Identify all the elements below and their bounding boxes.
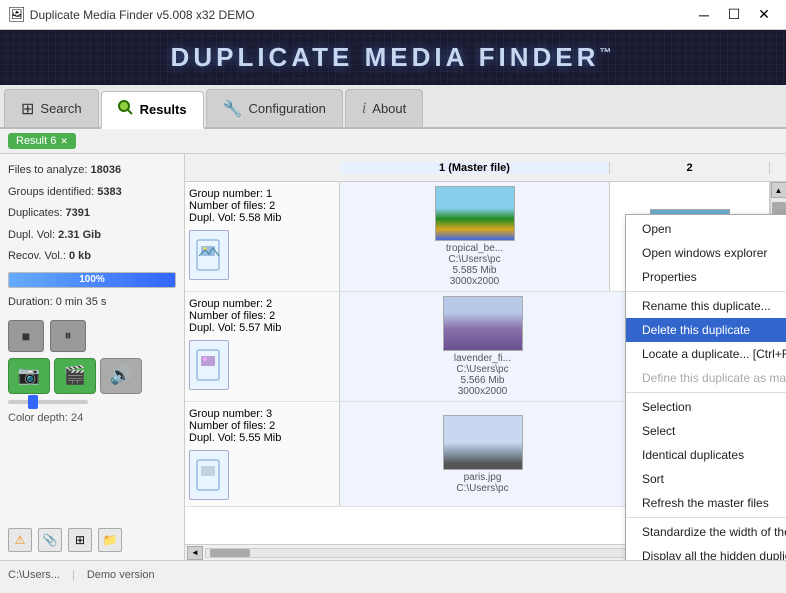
- th-master: 1 (Master file): [340, 162, 610, 174]
- lavender-image-1: [443, 296, 523, 351]
- result-tab-label: Result 6: [16, 135, 56, 147]
- app-icon: 🖼: [8, 6, 26, 23]
- tab-configuration-label: Configuration: [249, 101, 326, 116]
- cm-sep-1: [626, 291, 786, 292]
- tab-about-label: About: [372, 101, 406, 116]
- dots-icon: ⊞: [21, 99, 34, 119]
- magnifier-icon: [118, 100, 134, 119]
- stat-duplicates: Duplicates: 7391: [8, 205, 176, 223]
- tab-results[interactable]: Results: [101, 91, 204, 129]
- h-scroll-thumb[interactable]: [210, 549, 250, 557]
- stat-groups: Groups identified: 5383: [8, 184, 176, 202]
- master-cell-3: paris.jpgC:\Users\pc: [340, 402, 626, 506]
- beach-image-1: [435, 186, 515, 241]
- pause-button[interactable]: ⏸: [50, 320, 86, 352]
- cm-sep-3: [626, 517, 786, 518]
- status-version: Demo version: [87, 569, 155, 581]
- close-button[interactable]: ✕: [750, 3, 778, 27]
- scroll-left-btn[interactable]: ◄: [187, 546, 203, 560]
- file-icon-3: [189, 450, 229, 500]
- result-tab-6[interactable]: Result 6 ✕: [8, 133, 76, 149]
- cm-delete[interactable]: Delete this duplicate: [626, 318, 786, 342]
- group-info-1: Group number: 1 Number of files: 2 Dupl.…: [185, 182, 340, 291]
- result-tabs-bar: Result 6 ✕: [0, 129, 786, 154]
- tab-search-label: Search: [40, 101, 81, 116]
- cm-properties[interactable]: Properties: [626, 265, 786, 289]
- tab-bar: ⊞ Search Results 🔧 Configuration i About: [0, 85, 786, 129]
- tab-about[interactable]: i About: [345, 89, 423, 127]
- stat-files-to-analyze: Files to analyze: 18036: [8, 162, 176, 180]
- playback-controls: ■ ⏸: [8, 320, 176, 352]
- paris-image-1: [443, 415, 523, 470]
- tab-results-label: Results: [140, 102, 187, 117]
- duration-label: Duration: 0 min 35 s: [8, 294, 176, 312]
- status-bar: C:\Users... | Demo version: [0, 560, 786, 588]
- left-bottom-icons: ⚠ 📎 ⊞ 📁: [8, 524, 176, 552]
- slider-row: [8, 400, 176, 404]
- stop-button[interactable]: ■: [8, 320, 44, 352]
- warning-icon[interactable]: ⚠: [8, 528, 32, 552]
- cm-define-master: Define this duplicate as master file: [626, 366, 786, 390]
- cm-open-explorer[interactable]: Open windows explorer: [626, 241, 786, 265]
- cm-open[interactable]: Open: [626, 217, 786, 241]
- video-button[interactable]: 🎬: [54, 358, 96, 394]
- th-col2: 2: [610, 162, 770, 174]
- cm-sort[interactable]: Sort: [626, 467, 786, 491]
- cm-display-hidden[interactable]: Display all the hidden duplicates: [626, 544, 786, 560]
- right-content: 1 (Master file) 2 Group number: 1 Number…: [185, 154, 786, 560]
- tab-configuration[interactable]: 🔧 Configuration: [206, 89, 343, 127]
- grid-icon[interactable]: ⊞: [68, 528, 92, 552]
- cm-locate[interactable]: Locate a duplicate... [Ctrl+F]: [626, 342, 786, 366]
- window-title: Duplicate Media Finder v5.008 x32 DEMO: [30, 8, 690, 22]
- cm-selection[interactable]: Selection: [626, 395, 786, 419]
- minimize-button[interactable]: ─: [690, 3, 718, 27]
- progress-bar: 100%: [9, 273, 175, 287]
- progress-bar-container: 100%: [8, 272, 176, 288]
- stat-dupl-vol: Dupl. Vol: 2.31 Gib: [8, 227, 176, 245]
- cm-select[interactable]: Select: [626, 419, 786, 443]
- file-icon-2: [189, 340, 229, 390]
- banner-title: DUPLICATE MEDIA FINDER™: [171, 42, 616, 73]
- maximize-button[interactable]: ☐: [720, 3, 748, 27]
- info2-icon[interactable]: 📎: [38, 528, 62, 552]
- volume-slider[interactable]: [8, 400, 88, 404]
- group-info-2: Group number: 2 Number of files: 2 Dupl.…: [185, 292, 340, 401]
- status-path: C:\Users...: [8, 569, 60, 581]
- cm-refresh-master[interactable]: Refresh the master files: [626, 491, 786, 515]
- camera-button[interactable]: 📷: [8, 358, 50, 394]
- context-menu: Open Open windows explorer Properties Re…: [625, 214, 786, 560]
- audio-button[interactable]: 🔊: [100, 358, 142, 394]
- main-content: Files to analyze: 18036 Groups identifie…: [0, 154, 786, 560]
- scroll-up-btn[interactable]: ▲: [771, 182, 786, 198]
- left-panel: Files to analyze: 18036 Groups identifie…: [0, 154, 185, 560]
- tab-search[interactable]: ⊞ Search: [4, 89, 99, 127]
- slider-thumb[interactable]: [28, 395, 38, 409]
- cm-standardize[interactable]: Standardize the width of the cells in th…: [626, 520, 786, 544]
- color-depth: Color depth: 24: [8, 412, 176, 424]
- cm-sep-2: [626, 392, 786, 393]
- header-banner: DUPLICATE MEDIA FINDER™: [0, 30, 786, 85]
- title-bar: 🖼 Duplicate Media Finder v5.008 x32 DEMO…: [0, 0, 786, 30]
- folder-icon[interactable]: 📁: [98, 528, 122, 552]
- master-cell-1: tropical_be...C:\Users\pc5.585 Mib3000x2…: [340, 182, 610, 291]
- info-icon: i: [362, 100, 366, 118]
- cm-identical[interactable]: Identical duplicates: [626, 443, 786, 467]
- cm-rename[interactable]: Rename this duplicate...: [626, 294, 786, 318]
- table-header: 1 (Master file) 2: [185, 154, 786, 182]
- group-info-3: Group number: 3 Number of files: 2 Dupl.…: [185, 402, 340, 506]
- media-controls: 📷 🎬 🔊: [8, 358, 176, 394]
- stat-recov-vol: Recov. Vol.: 0 kb: [8, 248, 176, 266]
- master-cell-2: lavender_fi...C:\Users\pc5.566 Mib3000x2…: [340, 292, 626, 401]
- result-tab-close[interactable]: ✕: [60, 136, 68, 147]
- file-icon-1: [189, 230, 229, 280]
- window-controls: ─ ☐ ✕: [690, 3, 778, 27]
- wrench-icon: 🔧: [223, 99, 243, 119]
